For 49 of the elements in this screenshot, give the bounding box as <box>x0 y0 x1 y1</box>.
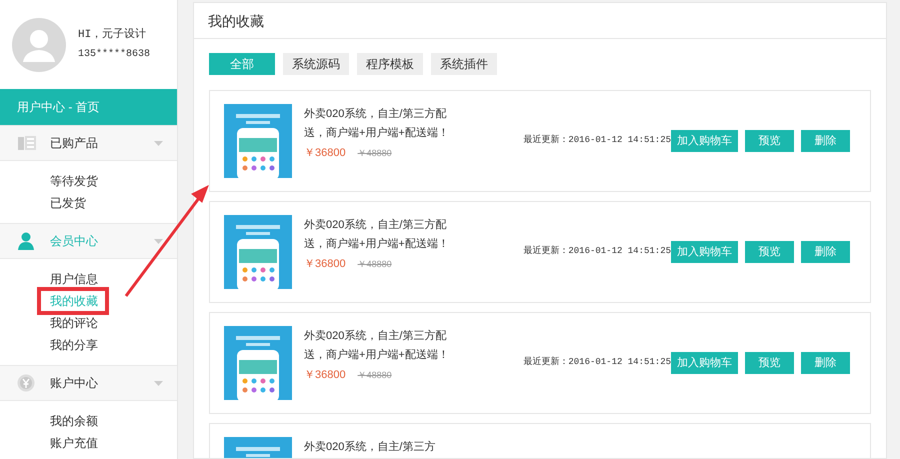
home-link[interactable]: 用户中心 - 首页 <box>0 89 177 125</box>
action-button[interactable]: 预览 <box>745 352 794 374</box>
original-price: ￥48880 <box>358 147 392 160</box>
action-button[interactable]: 删除 <box>801 352 850 374</box>
product-price: ￥36800 <box>304 257 346 272</box>
section-header[interactable]: 账户中心 <box>0 365 177 401</box>
action-button[interactable]: 删除 <box>801 241 850 263</box>
action-button[interactable]: 加入购物车 <box>671 130 738 152</box>
action-button[interactable]: 加入购物车 <box>671 352 738 374</box>
user-phone: 135*****8638 <box>78 48 150 62</box>
page-title: 我的收藏 <box>208 13 264 29</box>
original-price: ￥48880 <box>358 369 392 382</box>
sidebar-link[interactable]: 账户充值 <box>50 432 98 454</box>
sidebar-link[interactable]: 我的评论 <box>50 312 98 334</box>
filter-tab[interactable]: 全部 <box>209 53 275 75</box>
action-button[interactable]: 预览 <box>745 130 794 152</box>
user-greeting: HI，元子设计 <box>78 27 148 43</box>
sidebar-link[interactable]: 我的收藏 <box>50 290 98 312</box>
caret-icon <box>154 238 163 244</box>
coin-icon <box>17 374 35 392</box>
caret-icon <box>154 380 163 386</box>
product-description: 外卖020系统，自主/第三方配送，商户端+用户端+配送端！ <box>304 218 450 252</box>
updated-time: 最近更新：2016-01-12 14:51:25 <box>523 134 671 148</box>
updated-time: 最近更新：2016-01-12 14:51:25 <box>523 245 671 258</box>
person-icon <box>17 232 35 250</box>
filter-tab[interactable]: 系统插件 <box>431 53 497 75</box>
caret-icon <box>154 140 163 146</box>
filter-tab[interactable]: 程序模板 <box>357 53 423 75</box>
action-button[interactable]: 预览 <box>745 241 794 263</box>
section-header[interactable]: 会员中心 <box>0 223 177 259</box>
product-price: ￥36800 <box>304 368 346 383</box>
product-description: 外卖020系统，自主/第三方 <box>304 440 436 455</box>
filter-tab[interactable]: 系统源码 <box>283 53 349 75</box>
product-description: 外卖020系统，自主/第三方配送，商户端+用户端+配送端！ <box>304 328 450 363</box>
avatar-icon <box>12 18 66 72</box>
updated-time: 最近更新：2016-01-12 14:51:25 <box>523 356 671 370</box>
product-price: ￥36800 <box>304 146 346 161</box>
sidebar-link[interactable]: 我的余额 <box>50 410 98 432</box>
sidebar-link[interactable]: 我的分享 <box>50 334 98 356</box>
product-description: 外卖020系统，自主/第三方配送，商户端+用户端+配送端！ <box>304 106 450 141</box>
original-price: ￥48880 <box>358 258 392 271</box>
section-header[interactable]: 已购产品 <box>0 125 177 161</box>
highlight-box <box>37 287 109 315</box>
sidebar-link[interactable]: 用户信息 <box>50 268 98 290</box>
building-icon <box>17 135 37 151</box>
sidebar-link[interactable]: 等待发货 <box>50 170 98 192</box>
action-button[interactable]: 加入购物车 <box>671 241 738 263</box>
action-button[interactable]: 删除 <box>801 130 850 152</box>
sidebar-link[interactable]: 已发货 <box>50 192 86 214</box>
